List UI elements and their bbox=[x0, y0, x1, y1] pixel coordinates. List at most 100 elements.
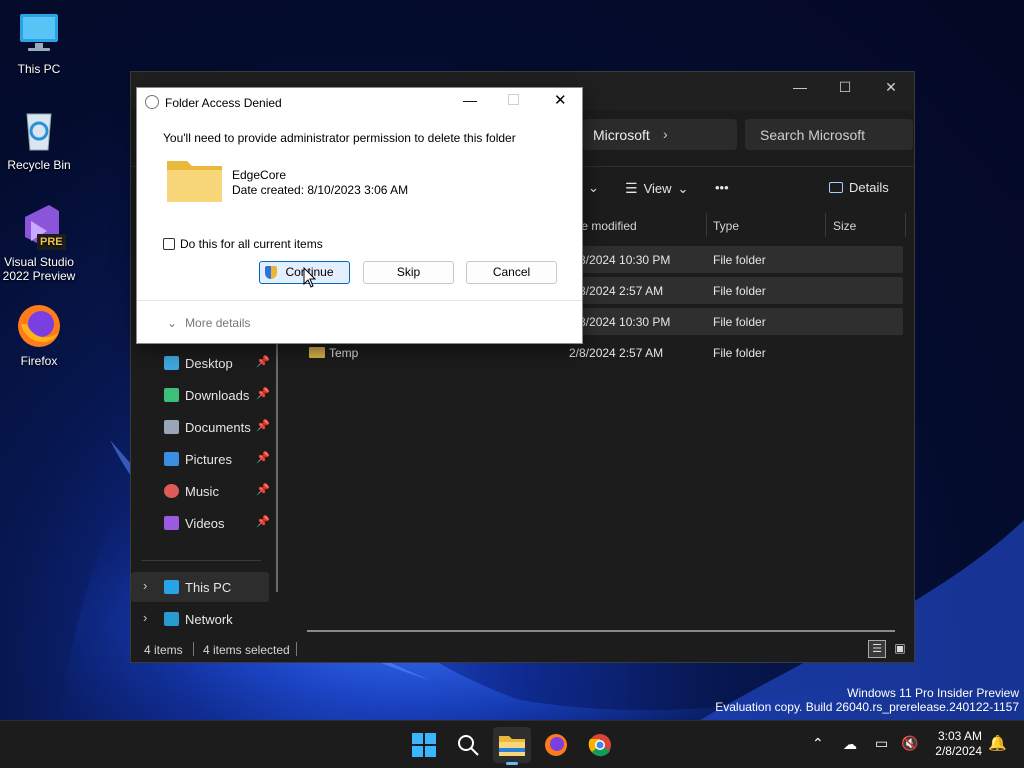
nav-label: Music bbox=[185, 484, 219, 499]
large-icons-view-icon[interactable]: ▣ bbox=[891, 640, 909, 658]
dialog-title: Folder Access Denied bbox=[165, 96, 282, 110]
search-placeholder: Search Microsoft bbox=[760, 127, 866, 143]
clock-time: 3:03 AM bbox=[937, 729, 982, 743]
nav-scrollbar[interactable] bbox=[276, 342, 278, 592]
taskbar: ⌃ ☁ ▭ 🔇 3:03 AM 2/8/2024 🔔 bbox=[0, 720, 1024, 768]
skip-button[interactable]: Skip bbox=[363, 261, 454, 284]
close-button[interactable]: ✕ bbox=[868, 72, 914, 102]
more-details-toggle[interactable]: ⌄ More details bbox=[167, 316, 250, 330]
desktop-icon-firefox[interactable]: Firefox bbox=[1, 302, 77, 368]
row-date: 2/8/2024 2:57 AM bbox=[569, 346, 664, 360]
minimize-button[interactable]: — bbox=[463, 92, 477, 108]
taskbar-firefox[interactable] bbox=[537, 727, 575, 763]
details-pane-icon bbox=[829, 182, 843, 193]
folder-icon bbox=[309, 347, 325, 358]
show-hidden-icons-chevron-up-icon[interactable]: ⌃ bbox=[812, 735, 824, 752]
network-icon bbox=[164, 612, 179, 626]
row-type: File folder bbox=[713, 315, 766, 329]
nav-label: Desktop bbox=[185, 356, 233, 371]
evaluation-watermark: Windows 11 Pro Insider Preview Evaluatio… bbox=[715, 686, 1019, 714]
item-count: 4 items bbox=[144, 643, 183, 657]
row-date: 2/8/2024 10:30 PM bbox=[569, 315, 671, 329]
status-divider bbox=[193, 642, 194, 656]
chrome-icon bbox=[588, 734, 611, 757]
search-input[interactable]: Search Microsoft bbox=[745, 119, 913, 150]
desktop-icon-label: Recycle Bin bbox=[7, 158, 71, 172]
details-pane-button[interactable]: Details bbox=[829, 180, 889, 195]
firefox-icon bbox=[545, 734, 567, 756]
folder-access-denied-dialog: Folder Access Denied — ✕ You'll need to … bbox=[136, 87, 583, 344]
desktop-icon-visual-studio[interactable]: PRE Visual Studio 2022 Preview bbox=[1, 203, 77, 283]
mouse-cursor bbox=[303, 267, 317, 288]
chevron-down-icon: ⌄ bbox=[167, 316, 178, 330]
taskbar-file-explorer[interactable] bbox=[493, 727, 531, 765]
nav-label: Documents bbox=[185, 420, 251, 435]
notification-bell-icon[interactable]: 🔔 bbox=[988, 734, 1007, 752]
nav-item-documents[interactable]: Documents 📌 bbox=[131, 412, 271, 442]
nav-item-videos[interactable]: Videos 📌 bbox=[131, 508, 271, 538]
more-options-button[interactable]: ••• bbox=[715, 180, 729, 195]
nav-label: Downloads bbox=[185, 388, 250, 403]
view-icon: ☰ bbox=[625, 180, 638, 196]
desktop-icon-this-pc[interactable]: This PC bbox=[1, 10, 77, 76]
more-details-label: More details bbox=[185, 316, 251, 330]
minimize-button[interactable]: — bbox=[777, 72, 823, 102]
preview-badge: PRE bbox=[37, 234, 66, 250]
clock[interactable]: 3:03 AM 2/8/2024 bbox=[930, 729, 982, 759]
details-view-icon[interactable]: ☰ bbox=[868, 640, 886, 658]
status-bar: 4 items 4 items selected ☰ ▣ bbox=[131, 638, 914, 662]
checkbox[interactable] bbox=[163, 238, 175, 250]
close-button[interactable]: ✕ bbox=[554, 91, 567, 109]
desktop-icon-recycle-bin[interactable]: Recycle Bin bbox=[1, 106, 77, 172]
network-icon[interactable]: ▭ bbox=[875, 735, 888, 752]
column-type[interactable]: Type bbox=[713, 219, 739, 233]
chevron-right-icon[interactable]: › bbox=[143, 610, 147, 625]
column-divider[interactable] bbox=[706, 213, 707, 237]
nav-item-music[interactable]: Music 📌 bbox=[131, 476, 271, 506]
column-divider[interactable] bbox=[905, 213, 906, 237]
view-button[interactable]: ☰ View ⌄ bbox=[625, 180, 688, 197]
sort-dropdown-chevron-icon[interactable]: ⌄ bbox=[588, 180, 599, 196]
horizontal-scrollbar[interactable] bbox=[307, 630, 895, 632]
desktop-icon-label: Firefox bbox=[20, 354, 58, 368]
pin-icon[interactable]: 📌 bbox=[256, 515, 270, 528]
chevron-right-icon[interactable]: › bbox=[143, 578, 147, 593]
breadcrumb[interactable]: Microsoft › bbox=[583, 119, 737, 150]
nav-item-this-pc[interactable]: › This PC bbox=[131, 572, 269, 602]
monitor-icon bbox=[164, 580, 179, 594]
pin-icon[interactable]: 📌 bbox=[256, 419, 270, 432]
column-divider[interactable] bbox=[825, 213, 826, 237]
dialog-title-bar: Folder Access Denied — ✕ bbox=[137, 88, 582, 116]
clock-icon bbox=[145, 95, 159, 109]
nav-item-pictures[interactable]: Pictures 📌 bbox=[131, 444, 271, 474]
nav-label: Pictures bbox=[185, 452, 232, 467]
pin-icon[interactable]: 📌 bbox=[256, 355, 270, 368]
row-type: File folder bbox=[713, 253, 766, 267]
checkbox-label: Do this for all current items bbox=[180, 237, 323, 251]
folder-icon bbox=[167, 157, 222, 202]
search-button[interactable] bbox=[449, 727, 487, 763]
pin-icon[interactable]: 📌 bbox=[256, 387, 270, 400]
column-size[interactable]: Size bbox=[833, 219, 856, 233]
pin-icon[interactable]: 📌 bbox=[256, 483, 270, 496]
onedrive-offline-icon[interactable]: ☁ bbox=[843, 736, 857, 753]
desktop-icon-label: This PC bbox=[17, 62, 61, 76]
nav-item-desktop[interactable]: Desktop 📌 bbox=[131, 348, 271, 378]
column-date-modified[interactable]: te modified bbox=[578, 219, 637, 233]
start-button[interactable] bbox=[405, 727, 443, 763]
volume-muted-icon[interactable]: 🔇 bbox=[901, 735, 918, 752]
nav-item-downloads[interactable]: Downloads 📌 bbox=[131, 380, 271, 410]
cancel-button[interactable]: Cancel bbox=[466, 261, 557, 284]
pin-icon[interactable]: 📌 bbox=[256, 451, 270, 464]
apply-to-all-checkbox[interactable]: Do this for all current items bbox=[163, 237, 323, 251]
document-icon bbox=[164, 420, 179, 434]
cancel-label: Cancel bbox=[492, 265, 531, 279]
taskbar-chrome[interactable] bbox=[581, 727, 619, 763]
watermark-line: Windows 11 Pro Insider Preview bbox=[847, 686, 1019, 700]
nav-item-network[interactable]: › Network bbox=[131, 604, 271, 634]
maximize-button[interactable]: ☐ bbox=[822, 72, 868, 102]
folder-icon bbox=[499, 736, 525, 756]
more-icon: ••• bbox=[715, 180, 729, 195]
visual-studio-icon: PRE bbox=[15, 203, 66, 251]
maximize-button bbox=[508, 94, 519, 105]
